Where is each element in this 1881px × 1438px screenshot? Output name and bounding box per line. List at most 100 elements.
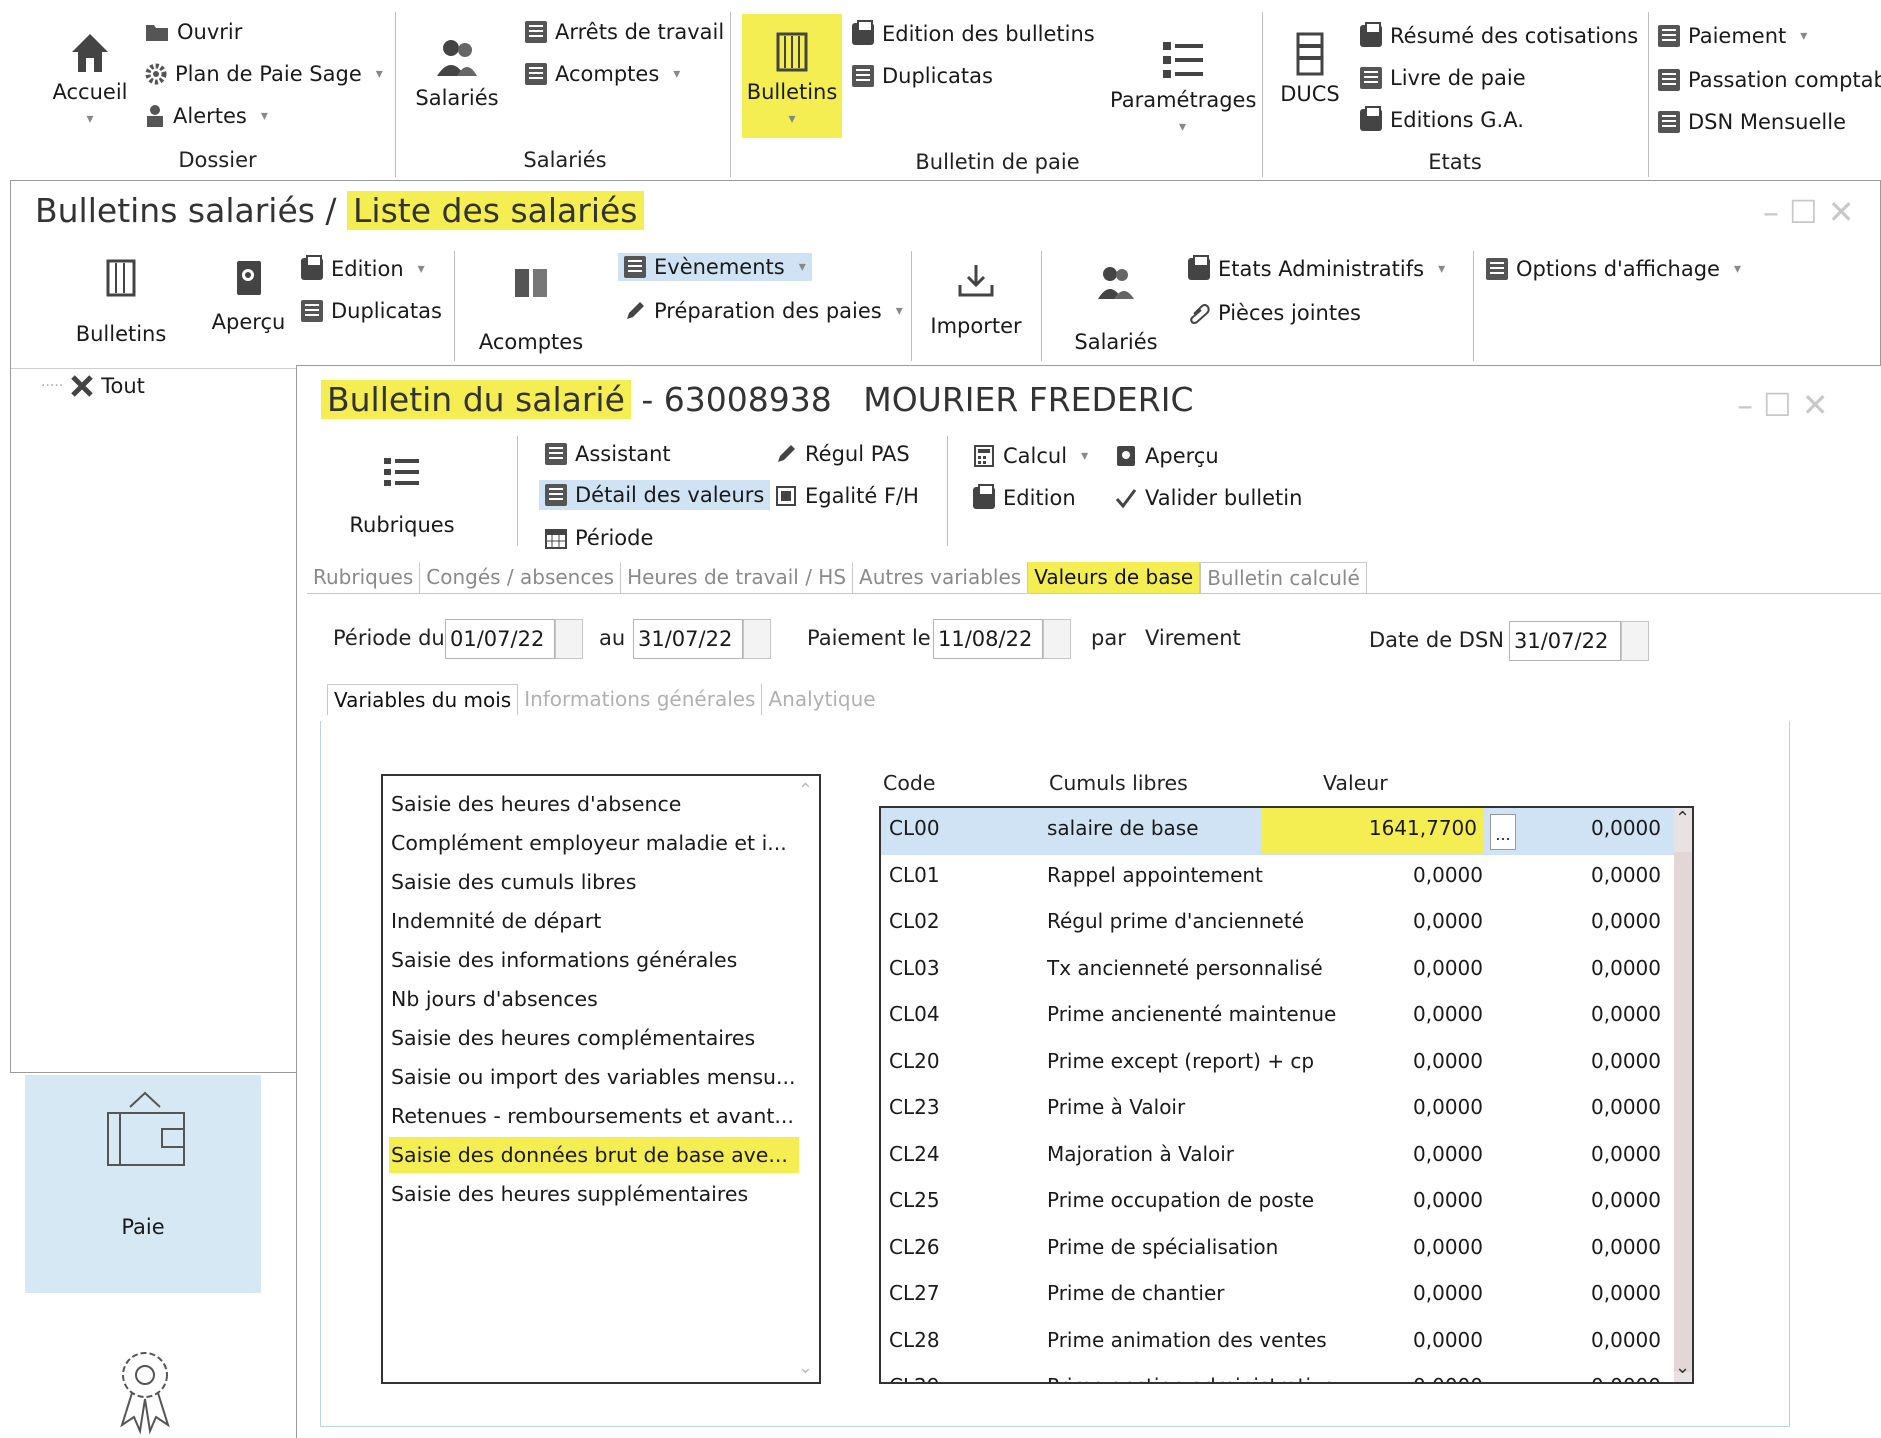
dsn-mensuelle-button[interactable]: DSN Mensuelle — [1658, 110, 1846, 134]
cell-valeur[interactable]: 0,0000 — [1261, 1188, 1483, 1212]
bulletins-ribbon-button[interactable]: Bulletins ▾ — [742, 14, 842, 138]
list-item[interactable]: Saisie des heures supplémentaires — [389, 1176, 799, 1212]
ouvrir-button[interactable]: Ouvrir — [145, 20, 242, 44]
list-item[interactable]: Saisie ou import des variables mensu... — [389, 1059, 799, 1095]
cell-valeur[interactable]: 0,0000 — [1261, 1328, 1483, 1352]
table-row[interactable]: CL03 Tx ancienneté personnalisé 0,0000 0,00… — [881, 948, 1676, 995]
valider-bulletin-button[interactable]: Valider bulletin — [1115, 486, 1302, 510]
variables-category-list[interactable]: Saisie des heures d'absence Complément em… — [381, 774, 821, 1384]
minimize-icon[interactable]: – — [1737, 386, 1763, 424]
tab-heures-travail[interactable]: Heures de travail / HS — [621, 562, 854, 593]
cell-valeur[interactable]: 0,0000 — [1261, 863, 1483, 887]
badge-award-icon[interactable] — [110, 1345, 180, 1437]
calendar-picker-button[interactable] — [555, 619, 583, 659]
salaries-button[interactable]: Salariés — [1056, 265, 1176, 354]
close-icon[interactable]: ✕ — [1828, 193, 1865, 231]
egalite-fh-button[interactable]: Egalité F/H — [775, 484, 919, 508]
rubriques-button[interactable]: Rubriques — [337, 454, 467, 537]
tile-paie[interactable]: Paie — [25, 1075, 261, 1293]
periode-du-field[interactable]: 01/07/22 — [445, 619, 555, 659]
calendar-picker-button[interactable] — [1621, 621, 1649, 661]
calcul-button[interactable]: Calcul ▾ — [973, 444, 1088, 468]
cell-valeur[interactable]: 0,0000 — [1261, 956, 1483, 980]
chevron-up-icon[interactable]: ⌃ — [1675, 808, 1690, 829]
tab-valeurs-de-base[interactable]: Valeurs de base — [1028, 562, 1201, 593]
cell-valeur[interactable]: 0,0000 — [1261, 1142, 1483, 1166]
cell-valeur[interactable]: 0,0000 — [1261, 1281, 1483, 1305]
grid-scrollbar[interactable]: ⌃ ⌄ — [1674, 808, 1692, 1382]
table-row[interactable]: CL25 Prime occupation de poste 0,0000 0,000… — [881, 1180, 1676, 1227]
tab-rubriques[interactable]: Rubriques — [307, 562, 421, 593]
bulletins-button[interactable]: Bulletins — [66, 259, 176, 346]
list-item[interactable]: Saisie des données brut de base ave... — [389, 1137, 799, 1173]
arrets-travail-button[interactable]: Arrêts de travail — [525, 20, 724, 44]
periode-au-field[interactable]: 31/07/22 — [633, 619, 743, 659]
maximize-icon[interactable]: ☐ — [1789, 193, 1828, 231]
parametrages-button[interactable]: Paramétrages ▾ — [1110, 36, 1256, 136]
paiement-date-field[interactable]: 11/08/22 — [933, 619, 1043, 659]
duplicatas-ribbon-button[interactable]: Duplicatas — [852, 64, 993, 88]
tab-informations-generales[interactable]: Informations générales — [518, 684, 763, 715]
chevron-up-icon[interactable]: ⌃ — [798, 780, 813, 801]
apercu-button[interactable]: Aperçu — [201, 259, 296, 334]
acomptes-ribbon-button[interactable]: Acomptes ▾ — [525, 62, 680, 86]
table-row[interactable]: CL29Prime gestion administrative0,00000,… — [881, 1366, 1676, 1382]
edition-button[interactable]: Edition ▾ — [301, 255, 425, 281]
acomptes-button[interactable]: Acomptes — [466, 265, 596, 354]
preparation-paies-button[interactable]: Préparation des paies ▾ — [624, 299, 903, 323]
list-item[interactable]: Saisie des heures complémentaires — [389, 1020, 799, 1056]
maximize-icon[interactable]: ☐ — [1763, 386, 1802, 424]
cell-valeur[interactable]: 0,0000 — [1261, 1049, 1483, 1073]
editions-ga-button[interactable]: Editions G.A. — [1360, 106, 1524, 132]
date-dsn-field[interactable]: 31/07/22 — [1509, 621, 1621, 661]
accueil-button[interactable]: Accueil ▾ — [50, 28, 130, 128]
table-row[interactable]: CL27 Prime de chantier 0,0000 0,0000 — [881, 1273, 1676, 1320]
duplicatas-button[interactable]: Duplicatas — [301, 299, 442, 323]
tree-item-tout[interactable]: ····· Tout — [41, 373, 145, 399]
livre-paie-button[interactable]: Livre de paie — [1360, 66, 1526, 90]
table-row[interactable]: CL26 Prime de spécialisation 0,0000 0,0000 — [881, 1227, 1676, 1274]
salaries-ribbon-button[interactable]: Salariés — [412, 34, 502, 110]
pieces-jointes-button[interactable]: Pièces jointes — [1188, 301, 1361, 325]
ellipsis-button[interactable]: ... — [1490, 814, 1516, 850]
periode-button[interactable]: Période — [545, 526, 653, 550]
evenements-button[interactable]: Evènements ▾ — [618, 253, 812, 281]
table-row[interactable]: CL01 Rappel appointement 0,0000 0,0000 — [881, 855, 1676, 902]
column-header-code[interactable]: Code — [883, 771, 935, 795]
options-affichage-button[interactable]: Options d'affichage ▾ — [1486, 257, 1741, 281]
close-icon[interactable]: ✕ — [1802, 386, 1839, 424]
cell-valeur[interactable]: 0,0000 — [1261, 1235, 1483, 1259]
table-row[interactable]: CL28 Prime animation des ventes 0,0000 0,00… — [881, 1320, 1676, 1367]
assistant-button[interactable]: Assistant — [545, 442, 671, 466]
table-row[interactable]: CL20 Prime except (report) + cp 0,0000 0,00… — [881, 1041, 1676, 1088]
table-row[interactable]: CL00 salaire de base 1641,7700 0,0000... — [881, 808, 1676, 855]
passation-compta-button[interactable]: Passation comptab — [1658, 68, 1881, 92]
table-row[interactable]: CL24 Majoration à Valoir 0,0000 0,0000 — [881, 1134, 1676, 1181]
list-item[interactable]: Complément employeur maladie et i... — [389, 825, 799, 861]
chevron-down-icon[interactable]: ⌄ — [1675, 1357, 1690, 1378]
calendar-picker-button[interactable] — [743, 619, 771, 659]
etats-administratifs-button[interactable]: Etats Administratifs ▾ — [1188, 255, 1445, 281]
table-row[interactable]: CL02 Régul prime d'ancienneté 0,0000 0,0000 — [881, 901, 1676, 948]
cell-valeur[interactable]: 0,0000 — [1261, 909, 1483, 933]
list-item[interactable]: Saisie des cumuls libres — [389, 864, 799, 900]
tab-variables-du-mois[interactable]: Variables du mois — [327, 684, 519, 715]
list-item[interactable]: Nb jours d'absences — [389, 981, 799, 1017]
cell-valeur[interactable]: 0,0000 — [1261, 1002, 1483, 1026]
plan-paie-button[interactable]: Plan de Paie Sage ▾ — [145, 62, 383, 86]
minimize-icon[interactable]: – — [1763, 193, 1789, 231]
column-header-cumuls-libres[interactable]: Cumuls libres — [1049, 771, 1188, 795]
list-item[interactable]: Indemnité de départ — [389, 903, 799, 939]
paiement-button[interactable]: Paiement ▾ — [1658, 24, 1807, 48]
resume-cotisations-button[interactable]: Résumé des cotisations — [1360, 22, 1638, 48]
regul-pas-button[interactable]: Régul PAS — [775, 442, 910, 466]
window-controls[interactable]: –☐✕ — [1763, 193, 1865, 231]
tab-autres-variables[interactable]: Autres variables — [853, 562, 1029, 593]
column-header-valeur[interactable]: Valeur — [1323, 771, 1388, 795]
cell-valeur[interactable]: 1641,7700 — [1261, 808, 1483, 854]
list-item[interactable]: Saisie des informations générales — [389, 942, 799, 978]
window-controls[interactable]: –☐✕ — [1737, 386, 1839, 424]
apercu-bulletin-button[interactable]: Aperçu — [1115, 444, 1219, 468]
grid-scrollbar-thumb[interactable] — [1674, 852, 1692, 1372]
detail-valeurs-button[interactable]: Détail des valeurs — [539, 480, 771, 510]
